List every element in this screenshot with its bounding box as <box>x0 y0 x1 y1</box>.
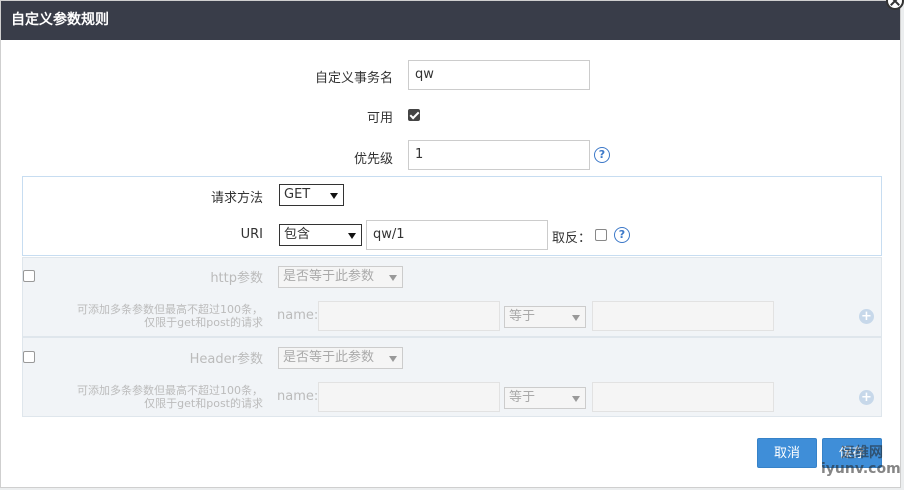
enabled-label: 可用 <box>366 111 393 126</box>
request-method-value: GET <box>284 187 311 202</box>
header-params-hint-line1: 可添加多条参数但最高不超过100条， <box>77 384 263 397</box>
dialog-title: 自定义参数规则 <box>1 1 900 40</box>
header-param-operator-select[interactable]: 等于 <box>504 387 586 409</box>
http-params-label: http参数 <box>210 271 263 286</box>
header-param-operator-value: 等于 <box>509 390 536 405</box>
watermark-line2: iyunv.com <box>821 461 901 477</box>
request-method-label: 请求方法 <box>210 191 263 206</box>
transaction-name-input[interactable]: qw <box>408 60 590 90</box>
http-params-hint-line1: 可添加多条参数但最高不超过100条， <box>77 303 263 316</box>
invert-help-icon[interactable]: ? <box>614 227 630 243</box>
uri-input[interactable]: qw/1 <box>366 220 548 250</box>
header-params-hint: 可添加多条参数但最高不超过100条， 仅限于get和post的请求 <box>41 384 263 410</box>
chevron-down-icon <box>348 233 356 239</box>
invert-label: 取反： <box>552 231 592 246</box>
http-params-mode-value: 是否等于此参数 <box>283 269 375 284</box>
http-params-mode-select[interactable]: 是否等于此参数 <box>278 266 403 288</box>
chevron-down-icon <box>572 315 580 321</box>
http-param-name-label: name: <box>277 308 319 323</box>
enabled-checkbox[interactable] <box>408 109 420 121</box>
add-http-param-icon[interactable]: + <box>859 309 874 324</box>
http-params-hint-line2: 仅限于get和post的请求 <box>144 316 263 329</box>
watermark-logo: 运维网 iyunv.com <box>821 445 901 489</box>
cancel-button[interactable]: 取消 <box>757 438 817 468</box>
invert-checkbox[interactable] <box>595 229 607 241</box>
header-param-value-input[interactable] <box>592 382 774 412</box>
http-param-name-input[interactable] <box>318 301 500 331</box>
chevron-down-icon <box>330 193 338 199</box>
uri-match-select[interactable]: 包含 <box>279 224 362 246</box>
custom-param-rule-dialog: 自定义参数规则 自定义事务名 qw 可用 优先级 1 ? 请求方法 GET UR… <box>0 0 901 488</box>
header-params-hint-line2: 仅限于get和post的请求 <box>144 397 263 410</box>
header-params-mode-value: 是否等于此参数 <box>283 350 375 365</box>
header-params-checkbox[interactable] <box>23 351 35 363</box>
header-params-label: Header参数 <box>189 352 263 367</box>
chevron-down-icon <box>389 275 397 281</box>
priority-help-icon[interactable]: ? <box>594 147 610 163</box>
http-params-hint: 可添加多条参数但最高不超过100条， 仅限于get和post的请求 <box>41 303 263 329</box>
header-params-mode-select[interactable]: 是否等于此参数 <box>278 347 403 369</box>
http-param-operator-value: 等于 <box>509 309 536 324</box>
priority-label: 优先级 <box>353 152 393 167</box>
http-params-checkbox[interactable] <box>23 270 35 282</box>
add-header-param-icon[interactable]: + <box>859 390 874 405</box>
priority-input[interactable]: 1 <box>408 140 590 170</box>
watermark-line1: 运维网 <box>841 445 883 461</box>
http-param-value-input[interactable] <box>592 301 774 331</box>
header-param-name-label: name: <box>277 389 319 404</box>
chevron-down-icon <box>389 356 397 362</box>
uri-label: URI <box>240 227 263 242</box>
request-method-select[interactable]: GET <box>279 184 344 206</box>
http-param-operator-select[interactable]: 等于 <box>504 306 586 328</box>
chevron-down-icon <box>572 396 580 402</box>
transaction-name-label: 自定义事务名 <box>314 71 393 86</box>
uri-match-value: 包含 <box>284 227 311 242</box>
header-param-name-input[interactable] <box>318 382 500 412</box>
